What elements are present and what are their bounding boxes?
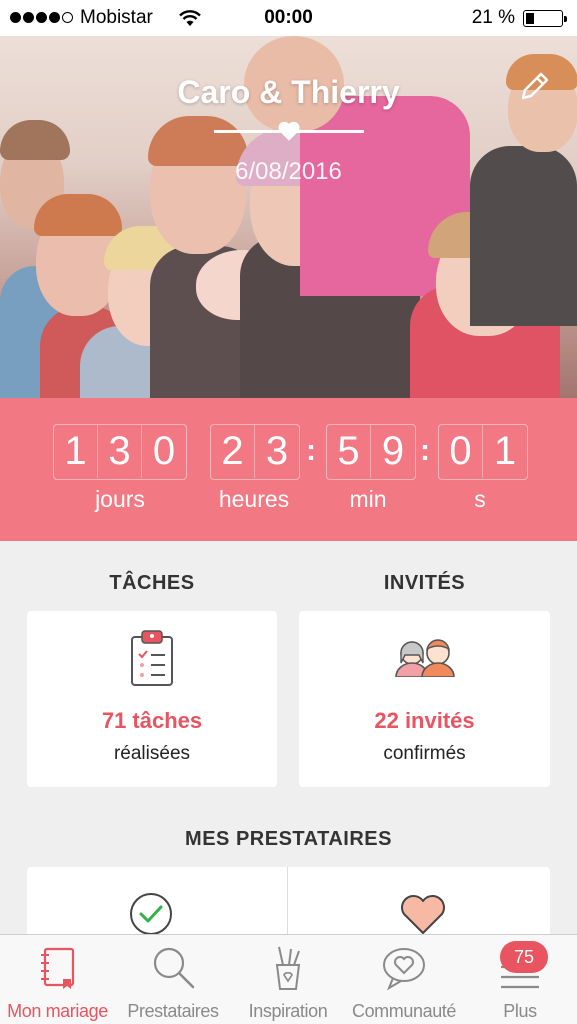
tab-label: Prestataires: [127, 1001, 219, 1021]
time-separator: :: [306, 434, 316, 467]
search-icon: [153, 947, 195, 989]
tab-communaute[interactable]: Communauté: [345, 935, 463, 1024]
couple-names: Caro & Thierry: [177, 74, 400, 110]
heart-icon: [278, 121, 300, 141]
tasks-status: réalisées: [113, 743, 191, 764]
tab-bar: Mon mariage Prestataires Inspiration Com…: [0, 934, 577, 1024]
clipboard-checklist-icon: [131, 630, 173, 686]
hours-label: heures: [218, 486, 290, 512]
minutes-counter: 5 9: [326, 424, 416, 480]
days-digit: 1: [54, 425, 98, 478]
seconds-label: s: [474, 486, 486, 512]
days-label: jours: [95, 486, 145, 512]
tab-inspiration[interactable]: Inspiration: [231, 935, 345, 1024]
guests-couple-icon: [395, 639, 455, 677]
minutes-label: min: [349, 486, 387, 512]
time-separator: :: [420, 434, 430, 467]
couple-photo: Caro & Thierry 6/08/2016: [0, 36, 577, 398]
battery-percentage: 21 %: [471, 7, 515, 28]
tab-mon-mariage[interactable]: Mon mariage: [0, 935, 115, 1024]
tab-label: Plus: [503, 1001, 537, 1021]
checkmark-circle-icon: [130, 893, 172, 935]
minutes-digit: 9: [381, 429, 405, 473]
notification-badge: 75: [500, 941, 548, 973]
notebook-icon: [40, 947, 74, 989]
guests-count: 22 invités: [374, 708, 475, 733]
tab-label: Inspiration: [248, 1001, 328, 1021]
status-bar: Mobistar 00:00 21 %: [0, 0, 577, 36]
days-digit: 3: [98, 425, 142, 478]
days-counter: 1 3 0: [53, 424, 187, 480]
seconds-counter: 0 1: [438, 424, 528, 480]
tab-label: Communauté: [351, 1001, 457, 1021]
pencil-cup-icon: [275, 946, 301, 990]
hours-counter: 2 3: [210, 424, 300, 480]
tab-prestataires[interactable]: Prestataires: [115, 935, 231, 1024]
minutes-digit: 5: [327, 425, 371, 478]
tab-label: Mon mariage: [7, 1001, 108, 1021]
seconds-digit: 0: [439, 425, 483, 478]
hours-digit: 3: [265, 429, 289, 473]
hours-digit: 2: [211, 425, 255, 478]
tasks-count: 71 tâches: [101, 708, 203, 733]
wedding-countdown: 1 3 0 2 3 : 5 9 : 0 1 jours heures min s: [0, 398, 577, 541]
guests-section-title: INVITÉS: [383, 572, 466, 594]
days-digit: 0: [152, 429, 176, 473]
tasks-section-title: TÂCHES: [109, 572, 195, 594]
edit-pencil-icon[interactable]: [517, 70, 551, 104]
chat-heart-icon: [383, 948, 425, 991]
vendors-section-title: MES PRESTATAIRES: [185, 828, 392, 850]
guests-card[interactable]: 22 invités confirmés: [299, 611, 550, 787]
wedding-date: 6/08/2016: [235, 158, 342, 185]
guests-status: confirmés: [383, 743, 466, 764]
heart-icon: [401, 894, 445, 934]
tasks-card[interactable]: 71 tâches réalisées: [27, 611, 277, 787]
battery-icon: [523, 10, 567, 27]
seconds-digit: 1: [493, 429, 517, 473]
